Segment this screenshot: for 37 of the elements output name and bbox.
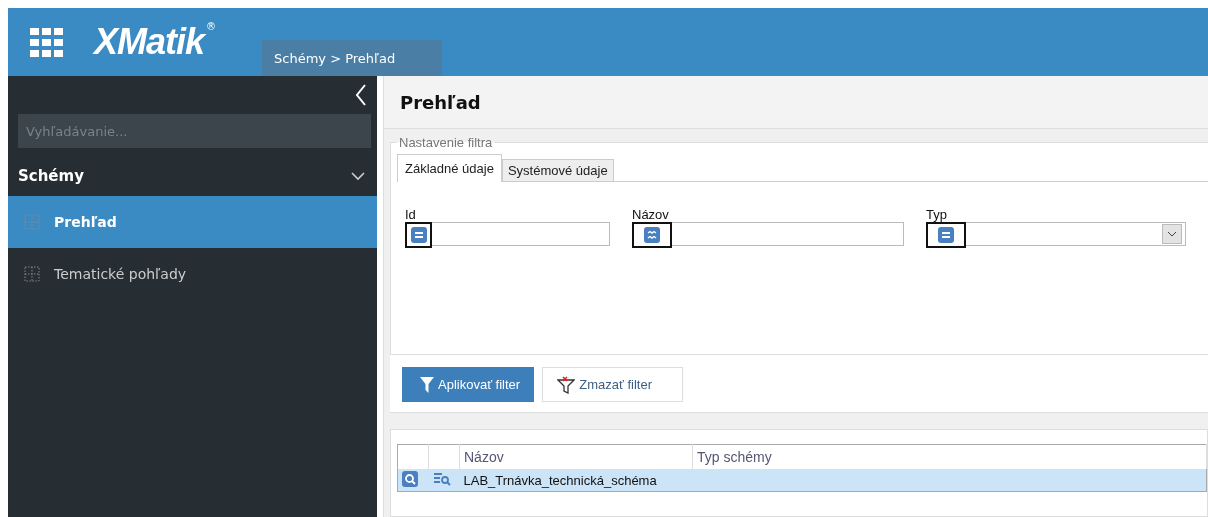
field-label: Názov [632, 208, 670, 222]
equals-icon [410, 227, 427, 243]
breadcrumb[interactable]: Schémy > Prehľad [262, 40, 442, 76]
filter-tab[interactable]: Základné údaje [397, 154, 502, 182]
chevron-icon [351, 171, 365, 181]
sidebar-item[interactable]: Tematické pohľady [8, 248, 377, 300]
field-label: Typ [926, 208, 948, 222]
view-icon[interactable] [402, 470, 418, 487]
grid-icon [24, 266, 40, 282]
column-header[interactable]: Názov [459, 444, 693, 469]
table-cell: LAB_Trnávka_technická_schéma [459, 469, 693, 492]
clear-filter-button[interactable]: Zmazať filter [542, 367, 683, 402]
equals-icon [938, 227, 954, 243]
operator-button[interactable] [405, 222, 432, 248]
collapse-icon[interactable] [355, 84, 367, 106]
operator-button[interactable] [926, 222, 966, 248]
input-field[interactable] [432, 222, 610, 246]
app-logo: XMatik [94, 21, 205, 63]
clear-funnel-icon [557, 375, 576, 394]
caret-icon [1167, 231, 1177, 237]
filter-tab[interactable]: Systémové údaje [501, 159, 614, 181]
filter-legend: Nastavenie filtra [397, 135, 495, 150]
apply-filter-button[interactable]: Aplikovať filter [402, 367, 535, 402]
column-header[interactable]: Typ schémy [692, 444, 1207, 469]
search-field[interactable]: Vyhľadávanie... [18, 114, 371, 148]
funnel-icon [420, 376, 434, 393]
sidebar-item[interactable]: Prehľad [8, 196, 377, 248]
details-icon[interactable] [432, 470, 451, 487]
operator-button[interactable] [632, 222, 672, 248]
sidebar-section[interactable]: Schémy [8, 156, 377, 196]
app-grid-icon[interactable] [30, 28, 64, 58]
input-field[interactable] [672, 222, 904, 246]
contains-icon [644, 227, 660, 243]
page-title: Prehľad [400, 91, 481, 113]
registered-mark: ® [206, 21, 217, 32]
field-label: Id [405, 208, 417, 222]
grid-icon [24, 214, 40, 230]
